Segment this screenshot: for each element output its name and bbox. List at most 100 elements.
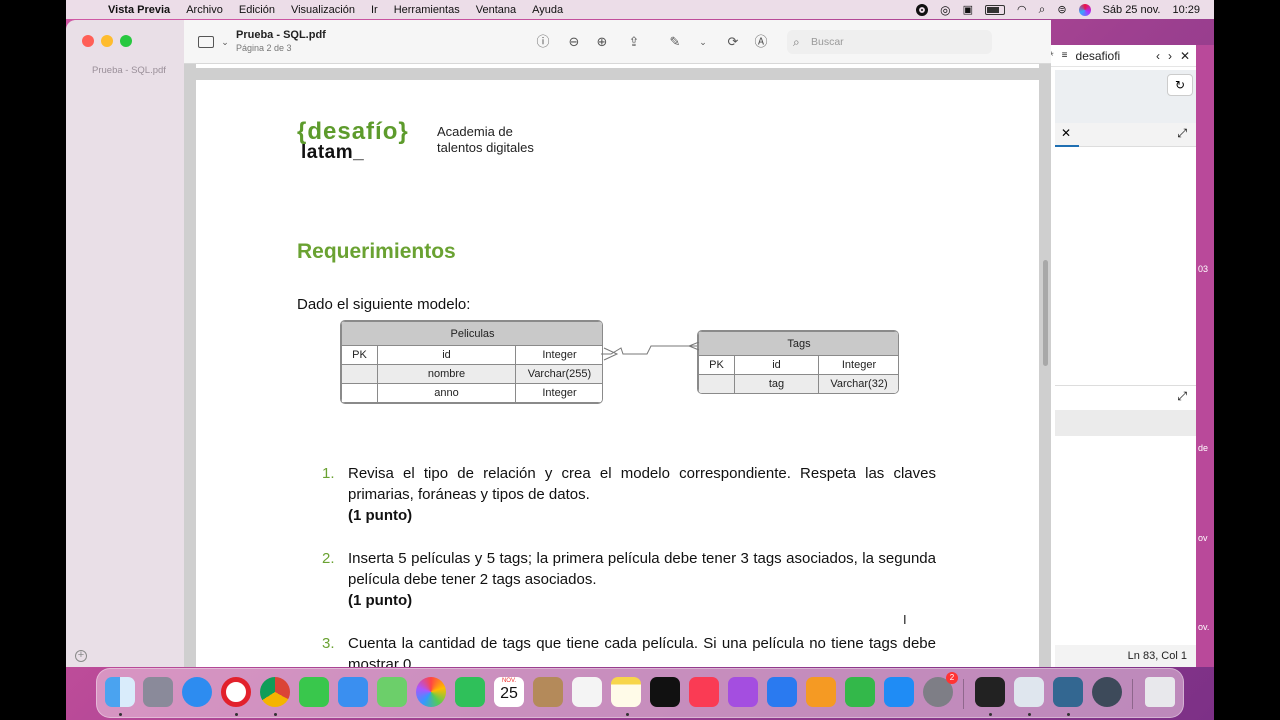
- right-black-border: [1214, 0, 1280, 720]
- control-center-icon[interactable]: ⊜: [1057, 3, 1066, 16]
- running-indicator: [626, 713, 629, 716]
- postgres-icon[interactable]: [1053, 677, 1083, 707]
- menu-ayuda[interactable]: Ayuda: [532, 4, 563, 16]
- editor-status-bar: Ln 83, Col 1: [1055, 645, 1199, 667]
- logo-tagline-line2: talentos digitales: [437, 140, 534, 155]
- tv-icon[interactable]: [650, 677, 680, 707]
- markup-pen-icon[interactable]: ✎: [666, 33, 684, 51]
- finder-icon[interactable]: [105, 677, 135, 707]
- preview-icon[interactable]: [1014, 677, 1044, 707]
- menubar-time[interactable]: 10:29: [1172, 4, 1200, 16]
- messages-icon[interactable]: [299, 677, 329, 707]
- calendar-day: 25: [500, 685, 518, 702]
- screen-record-icon[interactable]: [916, 3, 929, 16]
- menubar-date[interactable]: Sáb 25 nov.: [1103, 4, 1161, 16]
- peliculas-cell: [341, 383, 378, 403]
- podcasts-icon[interactable]: [728, 677, 758, 707]
- pages-icon[interactable]: [806, 677, 836, 707]
- contacts-icon[interactable]: [533, 677, 563, 707]
- notes-icon[interactable]: [611, 677, 641, 707]
- terminal-icon[interactable]: [975, 677, 1005, 707]
- intro-text: Dado el siguiente modelo:: [297, 296, 471, 313]
- quicktime-icon[interactable]: [1092, 677, 1122, 707]
- menu-visualizacion[interactable]: Visualización: [291, 4, 355, 16]
- peliculas-table: Peliculas PK id Integer nombre Varchar(255)…: [340, 320, 603, 404]
- annotate-icon[interactable]: Ⓐ: [752, 33, 770, 51]
- expand-icon[interactable]: ⤢: [1177, 126, 1187, 141]
- zoom-out-icon[interactable]: ⊖: [565, 33, 583, 51]
- list-text: Inserta 5 películas y 5 tags; la primera…: [348, 548, 936, 611]
- desktop-edge-strip: 03 de ov ov.: [1196, 45, 1214, 667]
- calendar-icon[interactable]: NOV. 25: [494, 677, 524, 707]
- facetime-icon[interactable]: [455, 677, 485, 707]
- editor-blank-area: [1055, 147, 1199, 385]
- maps-icon[interactable]: [377, 677, 407, 707]
- menu-ventana[interactable]: Ventana: [476, 4, 516, 16]
- chrome-icon[interactable]: [260, 677, 290, 707]
- edge-text-3: ov: [1198, 533, 1208, 543]
- trash-icon[interactable]: [1145, 677, 1175, 707]
- safari-icon[interactable]: [182, 677, 212, 707]
- keynote-icon[interactable]: [767, 677, 797, 707]
- zoom-in-icon[interactable]: ⊕: [593, 33, 611, 51]
- logo-tagline: Academia de talentos digitales: [437, 124, 534, 156]
- add-icon[interactable]: +: [75, 650, 87, 662]
- edge-text-1: 03: [1198, 264, 1209, 274]
- menu-app-name[interactable]: Vista Previa: [108, 4, 170, 16]
- refresh-icon[interactable]: ↻: [1167, 74, 1193, 96]
- minimize-window-button[interactable]: [101, 35, 113, 47]
- rotate-icon[interactable]: ⟳: [724, 33, 742, 51]
- menu-ir[interactable]: Ir: [371, 4, 378, 16]
- tags-cell: tag: [734, 374, 819, 393]
- logo-tagline-line1: Academia de: [437, 124, 513, 139]
- back-arrow-icon[interactable]: ‹: [1156, 49, 1160, 63]
- panel-close-icon[interactable]: ✕: [1061, 126, 1071, 140]
- opera-icon[interactable]: [221, 677, 251, 707]
- expand-icon-2[interactable]: ⤢: [1177, 389, 1187, 404]
- numbers-icon[interactable]: [845, 677, 875, 707]
- dock-separator: [963, 679, 964, 709]
- info-icon[interactable]: ⓘ: [534, 33, 552, 51]
- zoom-window-button[interactable]: [120, 35, 132, 47]
- close-icon[interactable]: ✕: [1180, 49, 1190, 63]
- editor-tab-title[interactable]: desafiofi: [1076, 49, 1121, 63]
- app-store-icon[interactable]: [884, 677, 914, 707]
- section-heading: Requerimientos: [297, 240, 456, 263]
- editor-panel-tab[interactable]: ✕ ⤢: [1055, 123, 1199, 147]
- mail-icon[interactable]: [338, 677, 368, 707]
- peliculas-cell: Integer: [515, 383, 602, 403]
- tags-grid: Tags PK id Integer tag Varchar(32): [698, 331, 898, 393]
- search-placeholder: Buscar: [811, 36, 844, 48]
- launchpad-icon[interactable]: [143, 677, 173, 707]
- battery-icon[interactable]: [985, 4, 1005, 15]
- menu-archivo[interactable]: Archivo: [186, 4, 223, 16]
- chevron-down-icon[interactable]: ⌄: [216, 33, 234, 51]
- menu-edicion[interactable]: Edición: [239, 4, 275, 16]
- wifi-icon[interactable]: ◠: [1017, 3, 1027, 16]
- forward-arrow-icon[interactable]: ›: [1168, 49, 1172, 63]
- close-window-button[interactable]: [82, 35, 94, 47]
- running-indicator: [989, 713, 992, 716]
- markup-chevron-icon[interactable]: ⌄: [694, 33, 712, 51]
- pdf-page: {desafío} latam_ Academia de talentos di…: [196, 80, 1039, 667]
- editor-lower-pane: ⤢: [1055, 385, 1199, 410]
- music-icon[interactable]: [689, 677, 719, 707]
- sidebar-document-title[interactable]: Prueba - SQL.pdf: [92, 65, 166, 76]
- creative-cloud-icon[interactable]: ◎: [940, 3, 950, 17]
- spotlight-icon[interactable]: ⌕: [1039, 2, 1046, 17]
- teamviewer-icon[interactable]: ▣: [963, 3, 973, 16]
- sidebar-toggle-icon[interactable]: [198, 36, 214, 48]
- search-field[interactable]: ⌕ Buscar: [787, 30, 992, 54]
- reminders-icon[interactable]: [572, 677, 602, 707]
- system-settings-icon[interactable]: 2: [923, 672, 958, 707]
- siri-icon[interactable]: [1078, 3, 1091, 16]
- photos-icon[interactable]: [416, 677, 446, 707]
- menu-herramientas[interactable]: Herramientas: [394, 4, 460, 16]
- list-points: (1 punto): [348, 507, 413, 524]
- peliculas-cell: Varchar(255): [515, 364, 602, 384]
- relationship-connector: [601, 342, 700, 361]
- peliculas-cell: nombre: [377, 364, 516, 384]
- share-icon[interactable]: ⇪: [625, 33, 643, 51]
- vertical-scrollbar[interactable]: [1043, 260, 1048, 366]
- list-text: Cuenta la cantidad de tags que tiene cad…: [348, 633, 936, 667]
